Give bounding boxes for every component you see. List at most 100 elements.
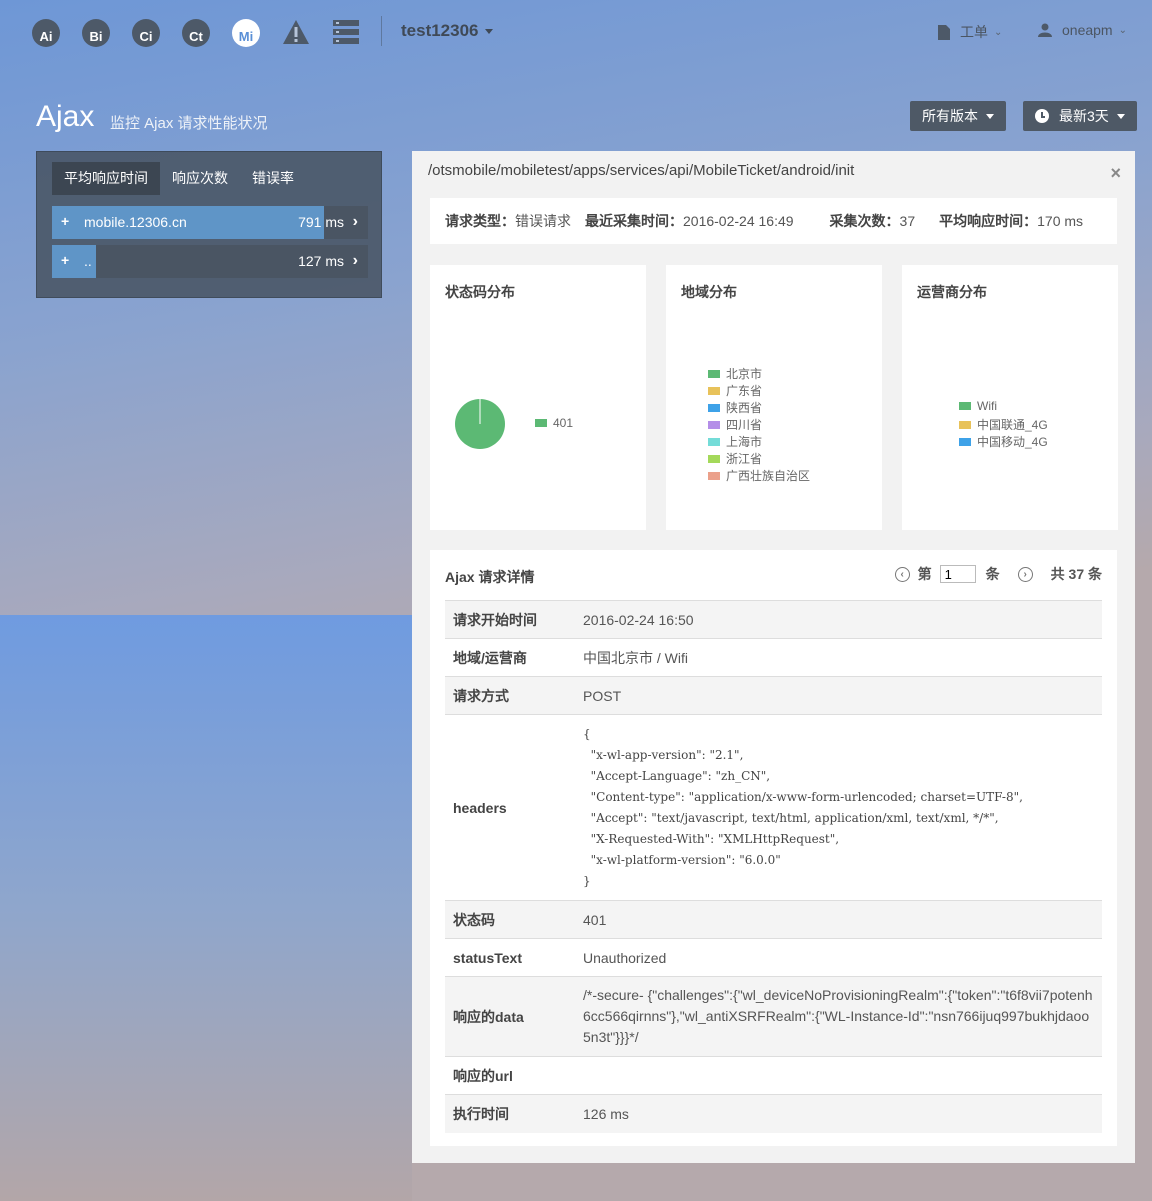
detail-panel: /otsmobile/mobiletest/apps/services/api/… xyxy=(412,151,1135,1163)
legend-item[interactable]: 广东省 xyxy=(708,382,762,399)
legend-swatch xyxy=(535,419,547,427)
legend-swatch xyxy=(959,402,971,410)
chevron-right-icon[interactable]: › xyxy=(353,252,358,270)
user-icon xyxy=(1038,23,1052,37)
chevron-right-icon[interactable]: › xyxy=(353,213,358,231)
domain-row[interactable]: + mobile.12306.cn 791 ms › xyxy=(52,206,368,239)
carrier-card: 运营商分布 Wifi 中国联通_4G 中国移动_4G xyxy=(902,265,1118,530)
row-key: 响应的data xyxy=(445,976,575,1057)
legend-item[interactable]: 中国联通_4G xyxy=(959,416,1048,433)
domain-value: 127 ms xyxy=(298,253,344,269)
time-range-dropdown[interactable]: 最新3天 xyxy=(1023,101,1137,131)
domain-name: .. xyxy=(84,253,92,269)
row-key: 请求方式 xyxy=(445,676,575,715)
legend-label: 上海市 xyxy=(726,435,763,449)
row-key: 状态码 xyxy=(445,900,575,939)
row-key: statusText xyxy=(445,938,575,977)
page-number-input[interactable] xyxy=(939,565,976,583)
bi-app-icon[interactable]: Bi xyxy=(82,19,110,47)
time-range-label: 最新3天 xyxy=(1059,108,1109,124)
legend-swatch xyxy=(708,437,720,446)
close-icon[interactable]: × xyxy=(1110,163,1121,184)
version-dropdown[interactable]: 所有版本 xyxy=(910,101,1006,131)
workorder-menu[interactable]: 工单 ⌄ xyxy=(938,22,1002,42)
document-icon xyxy=(938,24,950,40)
legend-item[interactable]: 上海市 xyxy=(708,433,762,450)
workorder-label: 工单 xyxy=(960,24,988,40)
page-title: Ajax xyxy=(36,100,95,133)
legend-label: 401 xyxy=(553,416,574,430)
chevron-down-icon: ⌄ xyxy=(1118,24,1127,36)
row-value: 2016-02-24 16:50 xyxy=(575,600,1102,639)
summary-bar: 请求类型：错误请求 最近采集时间：2016-02-24 16:49 采集次数：3… xyxy=(430,198,1117,244)
legend-label: 陕西省 xyxy=(726,401,763,415)
response-data-value: /*-secure- {"challenges":{"wl_deviceNoPr… xyxy=(583,987,1093,1045)
legend-item[interactable]: 陕西省 xyxy=(708,399,762,416)
row-key: 地域/运营商 xyxy=(445,638,575,677)
count-value: 37 xyxy=(899,213,916,229)
domain-name: mobile.12306.cn xyxy=(84,214,187,230)
region-card: 地域分布 北京市 广东省陕西省四川省上海市浙江省广西壮族自治区 xyxy=(666,265,882,530)
row-value: 401 xyxy=(575,900,1102,939)
request-details-title: Ajax 请求详情 xyxy=(445,569,535,585)
pager-total: 共 37 条 xyxy=(1050,566,1102,582)
row-value: 126 ms xyxy=(575,1094,1102,1133)
last-time-value: 2016-02-24 16:49 xyxy=(683,213,794,229)
caret-down-icon xyxy=(1116,113,1125,119)
legend-item[interactable]: 浙江省 xyxy=(708,450,762,467)
legend-item[interactable]: 中国移动_4G xyxy=(959,433,1048,450)
mi-app-icon[interactable]: Mi xyxy=(232,19,260,47)
type-label: 请求类型： xyxy=(445,213,515,229)
count-label: 采集次数： xyxy=(829,213,900,229)
card-title: 运营商分布 xyxy=(917,284,987,300)
request-details: Ajax 请求详情 ‹ 第 条 › 共 37 条 请求开始时间 2016-02-… xyxy=(430,550,1117,1146)
table-row: 响应的url xyxy=(445,1056,1102,1095)
legend-swatch xyxy=(959,420,971,429)
status-pie-chart xyxy=(455,399,505,449)
row-key: 请求开始时间 xyxy=(445,600,575,639)
legend-item[interactable]: Wifi xyxy=(959,399,997,413)
ai-app-icon[interactable]: Ai xyxy=(32,19,60,47)
row-value: Unauthorized xyxy=(575,938,1102,977)
table-row: 请求方式 POST xyxy=(445,676,1102,715)
legend-label: 四川省 xyxy=(726,418,763,432)
legend-item[interactable]: 四川省 xyxy=(708,416,762,433)
alert-icon[interactable] xyxy=(282,19,310,50)
clock-icon xyxy=(1035,109,1049,123)
page-subtitle: 监控 Ajax 请求性能状况 xyxy=(110,115,268,132)
ct-app-icon[interactable]: Ct xyxy=(182,19,210,47)
legend-label: Wifi xyxy=(977,399,997,413)
app-selector[interactable]: test12306 xyxy=(401,21,493,41)
tab-error-rate[interactable]: 错误率 xyxy=(240,162,306,195)
ci-app-icon[interactable]: Ci xyxy=(132,19,160,47)
expand-plus-icon[interactable]: + xyxy=(61,213,69,229)
table-row: 执行时间 126 ms xyxy=(445,1094,1102,1133)
server-icon[interactable] xyxy=(333,20,359,49)
request-detail-table: 请求开始时间 2016-02-24 16:50 地域/运营商 中国北京市 / W… xyxy=(445,600,1102,1133)
legend-swatch xyxy=(708,454,720,463)
tab-response-count[interactable]: 响应次数 xyxy=(160,162,240,195)
table-row: headers { "x-wl-app-version": "2.1", "Ac… xyxy=(445,714,1102,901)
legend-item[interactable]: 401 xyxy=(535,416,573,430)
caret-down-icon xyxy=(484,29,493,35)
tab-avg-response-time[interactable]: 平均响应时间 xyxy=(52,162,160,195)
legend-item[interactable]: 广西壮族自治区 xyxy=(708,467,810,484)
chevron-down-icon: ⌄ xyxy=(994,26,1003,38)
legend-label: 浙江省 xyxy=(726,452,763,466)
next-page-icon[interactable]: › xyxy=(1017,566,1033,582)
user-menu[interactable]: oneapm ⌄ xyxy=(1038,22,1127,38)
prev-page-icon[interactable]: ‹ xyxy=(894,566,910,582)
avg-label: 平均响应时间： xyxy=(939,213,1038,229)
expand-plus-icon[interactable]: + xyxy=(61,252,69,268)
card-title: 地域分布 xyxy=(681,284,737,300)
last-time-label: 最近采集时间： xyxy=(585,213,683,229)
pager-prefix: 第 xyxy=(917,566,932,582)
row-key: 执行时间 xyxy=(445,1094,575,1133)
legend-label: 广西壮族自治区 xyxy=(726,469,811,483)
table-row: 响应的data /*-secure- {"challenges":{"wl_de… xyxy=(445,976,1102,1057)
type-value: 错误请求 xyxy=(515,213,571,229)
domain-row[interactable]: + .. 127 ms › xyxy=(52,245,368,278)
legend-item[interactable]: 北京市 xyxy=(708,365,762,382)
top-nav: Ai Bi Ci Ct Mi test12306 工单 ⌄ oneapm ⌄ xyxy=(0,0,1152,64)
caret-down-icon xyxy=(986,113,994,119)
